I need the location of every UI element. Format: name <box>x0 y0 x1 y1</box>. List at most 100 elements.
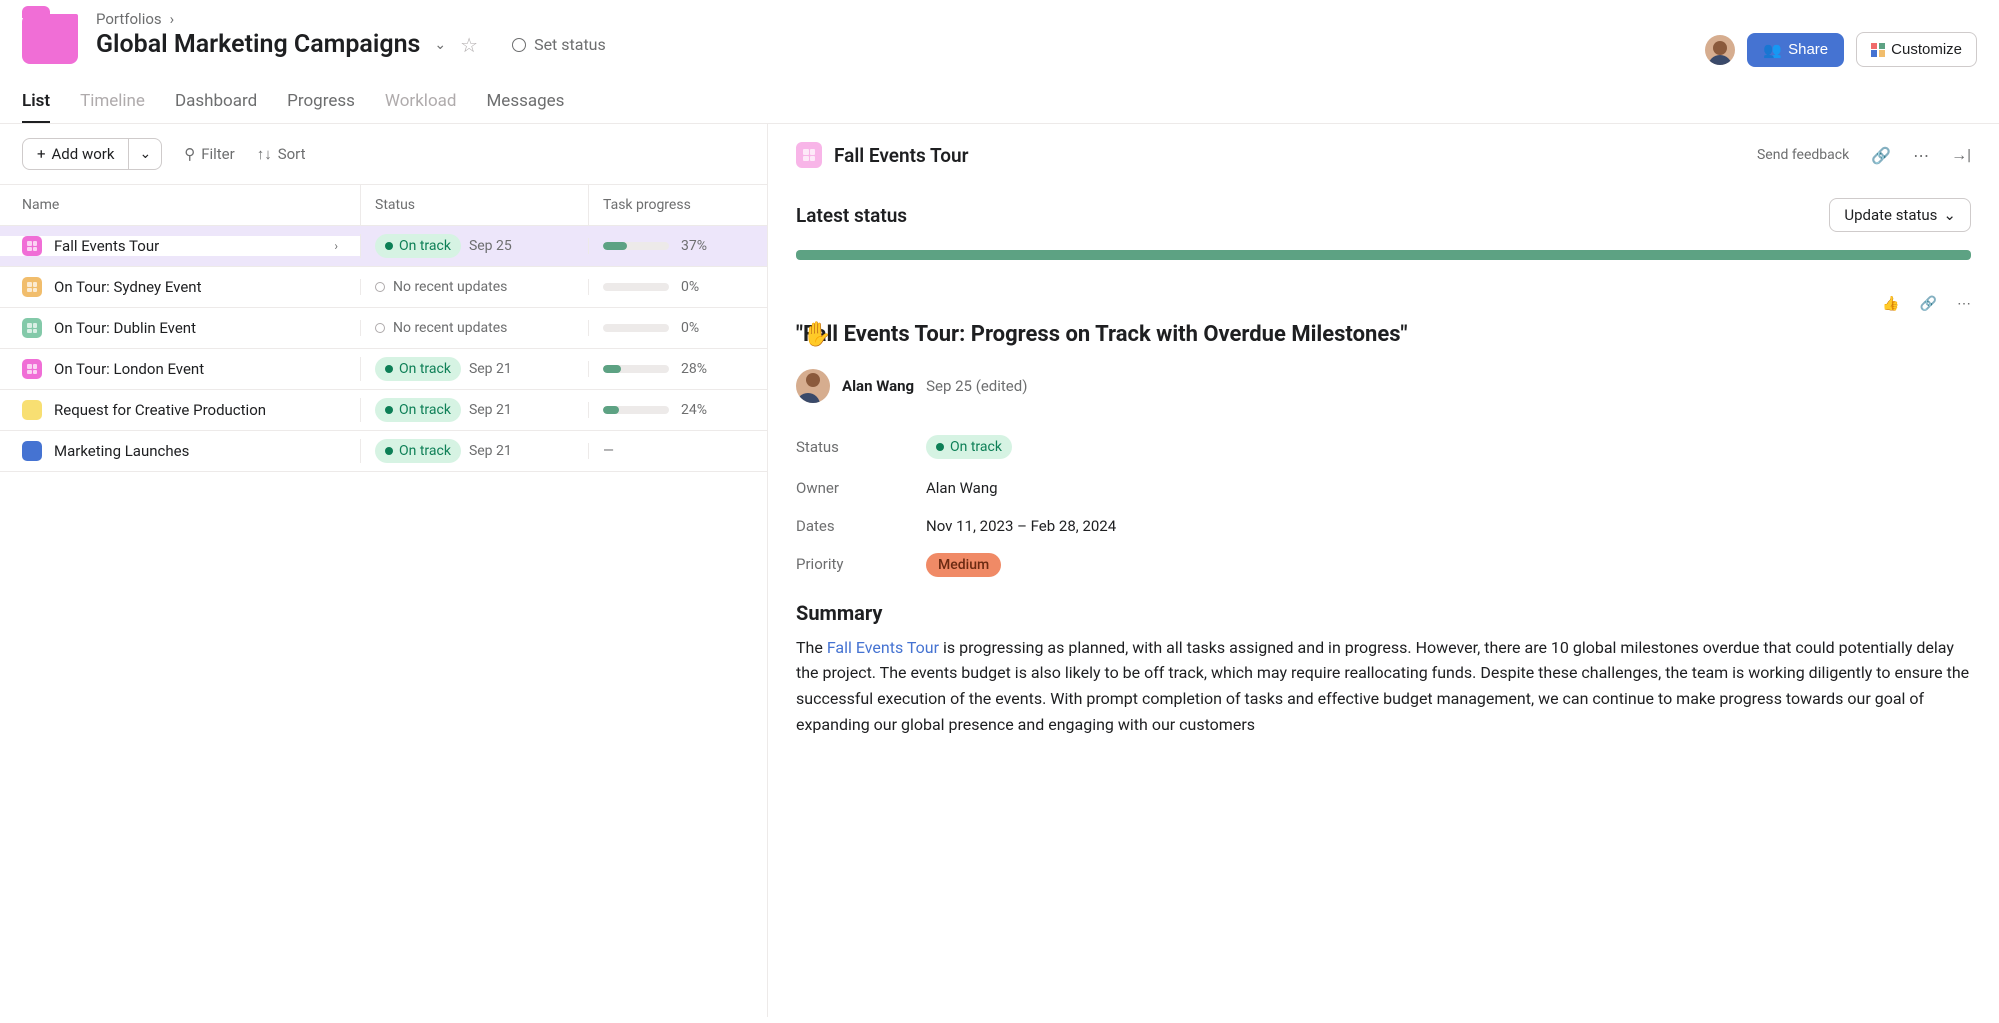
customize-label: Customize <box>1891 41 1962 58</box>
table-row[interactable]: Marketing Launches On track Sep 21 — <box>0 431 767 472</box>
status-badge[interactable]: On track <box>375 398 461 422</box>
progress-percent: 37% <box>681 238 707 254</box>
column-header-progress[interactable]: Task progress <box>588 185 767 225</box>
status-badge: On track <box>926 435 1012 459</box>
tab-timeline[interactable]: Timeline <box>80 81 145 123</box>
set-status-label: Set status <box>534 35 606 54</box>
summary-project-link[interactable]: Fall Events Tour <box>827 638 939 657</box>
chevron-right-icon[interactable]: › <box>334 239 338 253</box>
status-badge[interactable]: On track <box>375 439 461 463</box>
share-label: Share <box>1788 41 1828 58</box>
detail-title: Fall Events Tour <box>834 144 968 167</box>
progress-bar <box>603 406 669 414</box>
progress-dash: — <box>603 443 614 459</box>
copy-link-icon[interactable]: 🔗 <box>1920 296 1937 312</box>
status-no-updates[interactable]: No recent updates <box>375 279 507 295</box>
filter-icon: ⚲ <box>184 145 195 163</box>
sort-icon: ↑↓ <box>257 145 272 163</box>
update-status-button[interactable]: Update status ⌄ <box>1829 198 1971 232</box>
share-button[interactable]: 👥 Share <box>1747 33 1844 67</box>
plus-icon: + <box>37 145 46 163</box>
progress-percent: 24% <box>681 402 707 418</box>
status-circle-icon <box>512 38 526 52</box>
table-row[interactable]: Request for Creative Production On track… <box>0 390 767 431</box>
people-icon: 👥 <box>1763 41 1782 59</box>
tab-dashboard[interactable]: Dashboard <box>175 81 257 123</box>
title-dropdown-icon[interactable]: ⌄ <box>434 37 446 53</box>
status-date: Sep 21 <box>469 361 512 377</box>
add-work-button[interactable]: + Add work <box>22 138 129 170</box>
status-badge[interactable]: On track <box>375 234 461 258</box>
progress-percent: 28% <box>681 361 707 377</box>
nav-tabs: List Timeline Dashboard Progress Workloa… <box>0 81 1999 124</box>
status-update-title: "Fall Events Tour: Progress on Track wit… <box>796 320 1862 351</box>
meta-label-dates: Dates <box>796 517 926 535</box>
project-name: On Tour: Dublin Event <box>54 319 196 337</box>
meta-value-dates: Nov 11, 2023 – Feb 28, 2024 <box>926 517 1116 535</box>
author-avatar[interactable] <box>796 369 830 403</box>
filter-button[interactable]: ⚲ Filter <box>184 145 235 163</box>
status-date: Sep 21 <box>469 402 512 418</box>
project-icon <box>22 236 42 256</box>
add-work-dropdown[interactable]: ⌄ <box>129 138 162 170</box>
customize-button[interactable]: Customize <box>1856 32 1977 67</box>
project-icon <box>22 400 42 420</box>
set-status-button[interactable]: Set status <box>512 35 606 54</box>
tab-messages[interactable]: Messages <box>486 81 564 123</box>
more-icon[interactable]: ⋯ <box>1957 296 1971 312</box>
star-icon[interactable]: ☆ <box>460 33 478 57</box>
chevron-down-icon: ⌄ <box>1943 206 1956 224</box>
project-name: Marketing Launches <box>54 442 189 460</box>
like-icon[interactable]: 👍 <box>1882 296 1899 312</box>
table-row[interactable]: Fall Events Tour › On track Sep 25 37% <box>0 226 767 267</box>
priority-badge: Medium <box>926 553 1001 577</box>
status-date: Sep 21 <box>469 443 512 459</box>
status-progress-bar <box>796 250 1971 260</box>
summary-heading: Summary <box>796 601 1971 625</box>
status-badge[interactable]: On track <box>375 357 461 381</box>
sort-button[interactable]: ↑↓ Sort <box>257 145 306 163</box>
progress-percent: 0% <box>681 279 699 295</box>
user-avatar[interactable] <box>1705 35 1735 65</box>
meta-label-owner: Owner <box>796 479 926 497</box>
add-work-label: Add work <box>52 145 115 163</box>
tab-workload[interactable]: Workload <box>385 81 457 123</box>
breadcrumb-parent[interactable]: Portfolios <box>96 10 162 28</box>
customize-grid-icon <box>1871 43 1885 57</box>
chevron-down-icon: ⌄ <box>139 146 151 162</box>
column-header-name[interactable]: Name <box>0 185 360 225</box>
project-name: Request for Creative Production <box>54 401 266 419</box>
project-name: On Tour: London Event <box>54 360 204 378</box>
project-detail-icon <box>796 142 822 168</box>
author-timestamp: Sep 25 (edited) <box>926 377 1027 395</box>
page-title: Global Marketing Campaigns <box>96 30 420 59</box>
breadcrumb[interactable]: Portfolios › <box>96 10 1705 28</box>
table-row[interactable]: On Tour: London Event On track Sep 21 28… <box>0 349 767 390</box>
summary-text: The Fall Events Tour is progressing as p… <box>796 635 1971 737</box>
progress-bar <box>603 283 669 291</box>
progress-bar <box>603 242 669 250</box>
copy-link-icon[interactable]: 🔗 <box>1871 146 1891 165</box>
close-panel-icon[interactable]: →| <box>1951 145 1971 165</box>
table-row[interactable]: On Tour: Dublin Event No recent updates … <box>0 308 767 349</box>
send-feedback-link[interactable]: Send feedback <box>1757 147 1849 163</box>
meta-value-owner: Alan Wang <box>926 479 998 497</box>
project-icon <box>22 441 42 461</box>
status-no-updates[interactable]: No recent updates <box>375 320 507 336</box>
tab-progress[interactable]: Progress <box>287 81 355 123</box>
progress-bar <box>603 365 669 373</box>
progress-bar <box>603 324 669 332</box>
author-name[interactable]: Alan Wang <box>842 377 914 395</box>
tab-list[interactable]: List <box>22 81 50 123</box>
chevron-right-icon: › <box>170 10 175 28</box>
latest-status-heading: Latest status <box>796 204 907 227</box>
filter-label: Filter <box>201 145 235 163</box>
more-icon[interactable]: ⋯ <box>1913 146 1929 165</box>
sort-label: Sort <box>278 145 306 163</box>
progress-percent: 0% <box>681 320 699 336</box>
meta-label-priority: Priority <box>796 555 926 573</box>
table-row[interactable]: On Tour: Sydney Event No recent updates … <box>0 267 767 308</box>
portfolio-folder-icon <box>22 14 78 64</box>
column-header-status[interactable]: Status <box>360 185 588 225</box>
project-name: Fall Events Tour <box>54 237 159 255</box>
